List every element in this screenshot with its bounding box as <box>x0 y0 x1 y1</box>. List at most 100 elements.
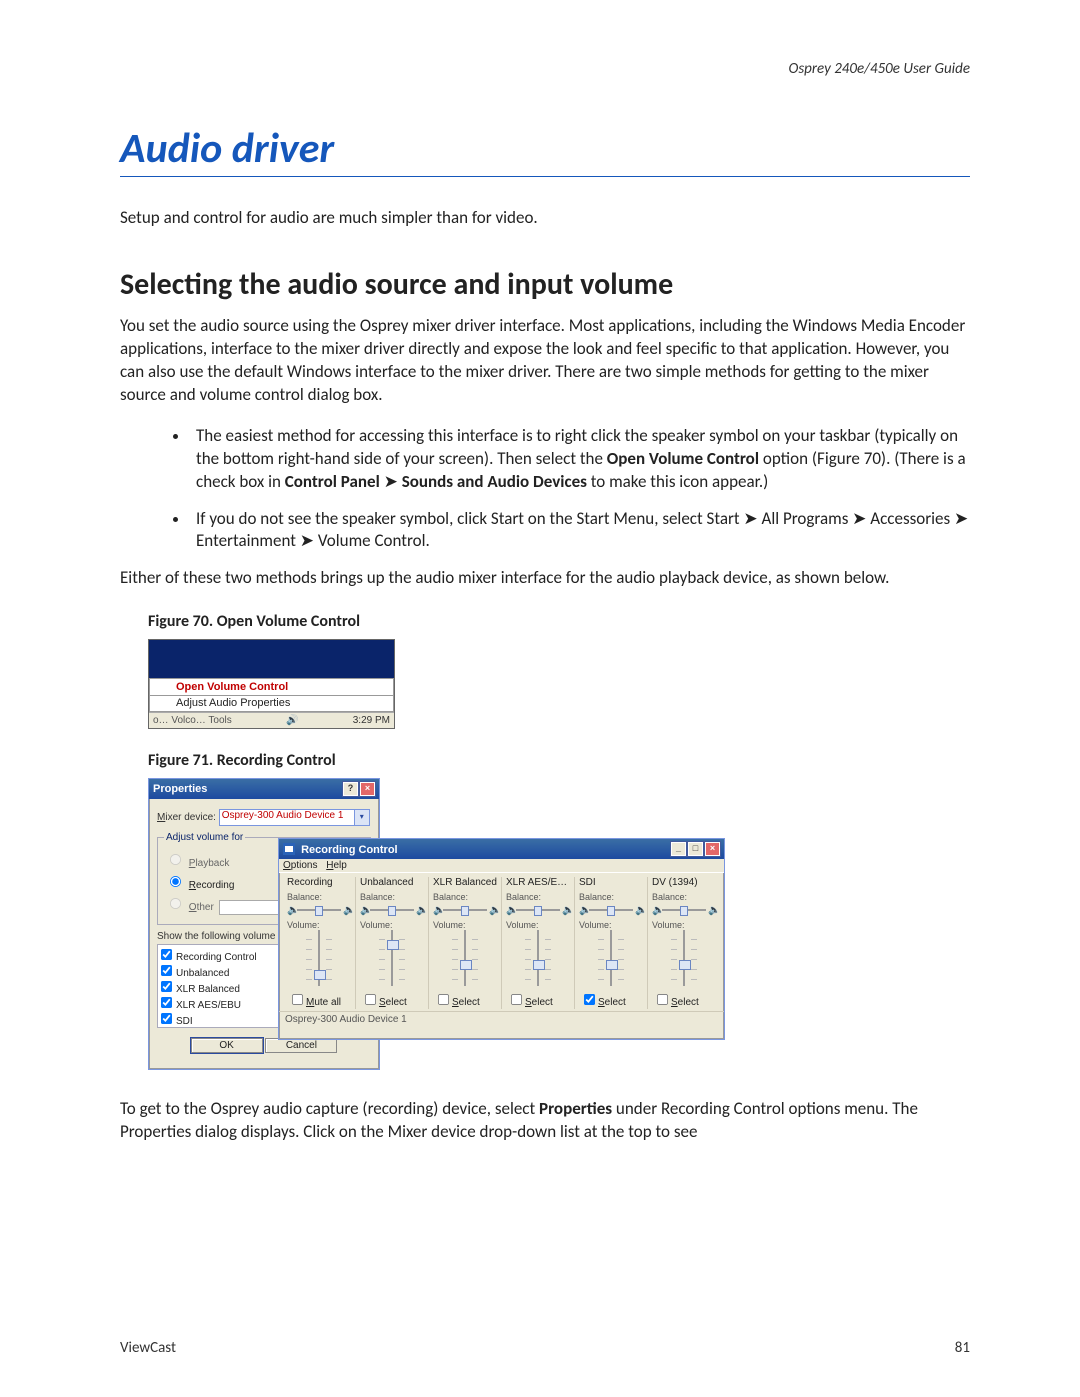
text: to make this icon appear.) <box>587 471 768 492</box>
bold-text: Sounds and Audio Devices <box>402 471 587 492</box>
recording-control-menubar: OOptionsptions HHelpelp <box>279 859 724 873</box>
volume-control-checkbox[interactable] <box>161 949 172 960</box>
checkbox-input[interactable] <box>657 994 668 1005</box>
checkbox-input[interactable] <box>365 994 376 1005</box>
balance-slider[interactable]: 🔈🔈 <box>506 904 570 916</box>
page-title: Audio driver <box>120 123 970 177</box>
select-checkbox[interactable]: Select <box>360 997 407 1008</box>
mixer-device-dropdown[interactable]: Osprey-300 Audio Device 1 ▾ <box>219 809 370 826</box>
speaker-left-icon: 🔈 <box>433 905 441 915</box>
balance-slider[interactable]: 🔈🔈 <box>652 904 716 916</box>
channel-name: XLR AES/EBU <box>506 877 570 888</box>
help-button-icon[interactable]: ? <box>343 782 358 796</box>
volume-control-checkbox[interactable] <box>161 981 172 992</box>
speaker-left-icon: 🔈 <box>287 905 295 915</box>
volume-control-checkbox[interactable] <box>161 965 172 976</box>
paragraph-1: You set the audio source using the Ospre… <box>120 315 970 407</box>
balance-label: Balance: <box>579 892 643 902</box>
checkbox-input[interactable] <box>438 994 449 1005</box>
radio-other-input[interactable] <box>170 898 181 909</box>
balance-slider[interactable]: 🔈🔈 <box>360 904 424 916</box>
bold-text: Properties <box>539 1098 612 1119</box>
volume-slider[interactable] <box>360 930 424 986</box>
mixer-channel: RecordingBalance:🔈🔈Volume:Mute all <box>283 877 356 1009</box>
properties-titlebar: Properties ? × <box>149 779 379 799</box>
tray-icons: 🔊 <box>286 715 298 726</box>
bullet-1: The easiest method for accessing this in… <box>190 425 970 494</box>
arrow-icon: ➤ <box>380 471 402 492</box>
figure-71-caption: Figure 71. Recording Control <box>148 751 970 770</box>
checkbox-input[interactable] <box>511 994 522 1005</box>
volume-label: Volume: <box>579 920 643 930</box>
volume-label: Volume: <box>287 920 351 930</box>
minimize-icon[interactable]: _ <box>671 842 686 856</box>
balance-label: Balance: <box>433 892 497 902</box>
volume-slider[interactable] <box>652 930 716 986</box>
channel-name: SDI <box>579 877 643 888</box>
balance-slider[interactable]: 🔈🔈 <box>287 904 351 916</box>
figure-70-caption: Figure 70. Open Volume Control <box>148 612 970 631</box>
volume-control-checkbox[interactable] <box>161 1013 172 1024</box>
balance-slider[interactable]: 🔈🔈 <box>433 904 497 916</box>
bold-text: Open Volume Control <box>607 448 759 469</box>
speaker-right-icon: 🔈 <box>343 905 351 915</box>
channel-name: XLR Balanced <box>433 877 497 888</box>
bullet-2: If you do not see the speaker symbol, cl… <box>190 508 970 554</box>
balance-label: Balance: <box>360 892 424 902</box>
mixer-channel: XLR BalancedBalance:🔈🔈Volume:Select <box>429 877 502 1009</box>
menu-item-adjust-audio-properties[interactable]: Adjust Audio Properties <box>150 695 393 711</box>
menu-help[interactable]: HHelpelp <box>326 860 347 871</box>
recording-control-window: Recording Control _ □ × OOptionsptions H… <box>278 838 725 1040</box>
app-icon <box>283 843 295 855</box>
figure-71: Properties ? × MMixer device:ixer device… <box>148 778 728 1068</box>
channel-name: Unbalanced <box>360 877 424 888</box>
radio-recording-input[interactable] <box>170 876 181 887</box>
bold-text: Control Panel <box>285 471 380 492</box>
volume-slider[interactable] <box>433 930 497 986</box>
volume-slider[interactable] <box>506 930 570 986</box>
select-checkbox[interactable]: Select <box>433 997 480 1008</box>
speaker-left-icon: 🔈 <box>579 905 587 915</box>
checkbox-input[interactable] <box>584 994 595 1005</box>
maximize-icon[interactable]: □ <box>688 842 703 856</box>
volume-slider[interactable] <box>579 930 643 986</box>
close-icon[interactable]: × <box>360 782 375 796</box>
bullet-list: The easiest method for accessing this in… <box>190 425 970 554</box>
speaker-right-icon: 🔈 <box>416 905 424 915</box>
channel-name: DV (1394) <box>652 877 716 888</box>
menu-item-open-volume-control[interactable]: Open Volume Control <box>150 679 393 695</box>
select-checkbox[interactable]: Select <box>652 997 699 1008</box>
mixer-channel: UnbalancedBalance:🔈🔈Volume:Select <box>356 877 429 1009</box>
balance-label: Balance: <box>652 892 716 902</box>
taskbar-clock: 3:29 PM <box>353 715 390 726</box>
speaker-right-icon: 🔈 <box>562 905 570 915</box>
balance-slider[interactable]: 🔈🔈 <box>579 904 643 916</box>
select-checkbox[interactable]: Select <box>506 997 553 1008</box>
properties-title: Properties <box>153 783 207 795</box>
close-icon[interactable]: × <box>705 842 720 856</box>
volume-label: Volume: <box>433 920 497 930</box>
volume-label: Volume: <box>506 920 570 930</box>
mixer-channel: XLR AES/EBU Balance: 🔈🔈 Volume: Select <box>502 877 575 1009</box>
cancel-button[interactable]: Cancel <box>265 1038 337 1053</box>
channel-name: Recording <box>287 877 351 888</box>
speaker-icon[interactable]: 🔊 <box>286 715 298 726</box>
speaker-right-icon: 🔈 <box>635 905 643 915</box>
checkbox-input[interactable] <box>292 994 303 1005</box>
speaker-left-icon: 🔈 <box>360 905 368 915</box>
mixer-channel: DV (1394)Balance:🔈🔈Volume:Select <box>648 877 720 1009</box>
select-checkbox[interactable]: Select <box>579 997 626 1008</box>
volume-control-checkbox[interactable] <box>161 997 172 1008</box>
mute-all-checkbox[interactable]: Mute all <box>287 997 341 1008</box>
chevron-down-icon[interactable]: ▾ <box>354 810 369 825</box>
text: To get to the Osprey audio capture (reco… <box>120 1098 539 1119</box>
volume-slider[interactable] <box>287 930 351 986</box>
menu-options[interactable]: OOptionsptions <box>283 860 317 871</box>
ok-button[interactable]: OK <box>191 1038 263 1053</box>
figure-70: Open Volume Control Adjust Audio Propert… <box>148 639 395 729</box>
speaker-right-icon: 🔈 <box>489 905 497 915</box>
balance-label: Balance: <box>506 892 570 902</box>
radio-playback-input[interactable] <box>170 854 181 865</box>
speaker-right-icon: 🔈 <box>708 905 716 915</box>
recording-control-titlebar: Recording Control _ □ × <box>279 839 724 859</box>
